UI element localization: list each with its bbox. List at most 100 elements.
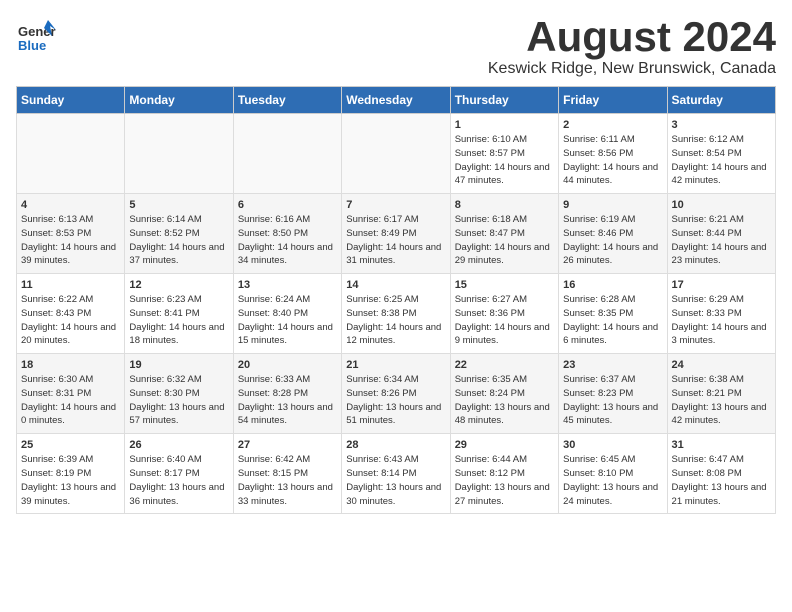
day-info: Sunrise: 6:19 AM Sunset: 8:46 PM Dayligh… — [563, 213, 662, 268]
day-number: 5 — [129, 199, 228, 211]
day-number: 24 — [672, 359, 771, 371]
calendar-cell: 7 Sunrise: 6:17 AM Sunset: 8:49 PM Daylig… — [342, 194, 450, 274]
calendar-cell: 11 Sunrise: 6:22 AM Sunset: 8:43 PM Dayli… — [17, 274, 125, 354]
calendar-subtitle: Keswick Ridge, New Brunswick, Canada — [488, 60, 776, 78]
calendar-cell: 16Sunrise: 6:28 AM Sunset: 8:35 PM Dayli… — [559, 274, 667, 354]
day-info: Sunrise: 6:23 AM Sunset: 8:41 PM Dayligh… — [129, 293, 228, 348]
day-info: Sunrise: 6:35 AM Sunset: 8:24 PM Dayligh… — [455, 373, 554, 428]
calendar-cell: 26 Sunrise: 6:40 AM Sunset: 8:17 PM Dayli… — [125, 434, 233, 514]
calendar-cell: 1 Sunrise: 6:10 AM Sunset: 8:57 PM Daylig… — [450, 114, 558, 194]
weekday-header-cell: Saturday — [667, 87, 775, 114]
day-info: Sunrise: 6:16 AM Sunset: 8:50 PM Dayligh… — [238, 213, 337, 268]
calendar-cell: 23 Sunrise: 6:37 AM Sunset: 8:23 PM Dayli… — [559, 354, 667, 434]
calendar-title: August 2024 — [488, 16, 776, 58]
day-number: 21 — [346, 359, 445, 371]
day-number: 14 — [346, 279, 445, 291]
day-number: 9 — [563, 199, 662, 211]
day-info: Sunrise: 6:21 AM Sunset: 8:44 PM Dayligh… — [672, 213, 771, 268]
day-number: 3 — [672, 119, 771, 131]
day-info: Sunrise: 6:28 AM Sunset: 8:35 PM Dayligh… — [563, 293, 662, 348]
day-info: Sunrise: 6:14 AM Sunset: 8:52 PM Dayligh… — [129, 213, 228, 268]
calendar-cell: 17 Sunrise: 6:29 AM Sunset: 8:33 PM Dayli… — [667, 274, 775, 354]
weekday-header-row: SundayMondayTuesdayWednesdayThursdayFrid… — [17, 87, 776, 114]
day-info: Sunrise: 6:18 AM Sunset: 8:47 PM Dayligh… — [455, 213, 554, 268]
calendar-cell: 20Sunrise: 6:33 AM Sunset: 8:28 PM Dayli… — [233, 354, 341, 434]
calendar-cell — [233, 114, 341, 194]
calendar-cell — [342, 114, 450, 194]
day-info: Sunrise: 6:32 AM Sunset: 8:30 PM Dayligh… — [129, 373, 228, 428]
calendar-cell: 29 Sunrise: 6:44 AM Sunset: 8:12 PM Dayli… — [450, 434, 558, 514]
calendar-week-row: 18 Sunrise: 6:30 AM Sunset: 8:31 PM Dayli… — [17, 354, 776, 434]
day-number: 27 — [238, 439, 337, 451]
day-info: Sunrise: 6:10 AM Sunset: 8:57 PM Dayligh… — [455, 133, 554, 188]
calendar-cell: 10Sunrise: 6:21 AM Sunset: 8:44 PM Dayli… — [667, 194, 775, 274]
calendar-cell — [17, 114, 125, 194]
svg-text:Blue: Blue — [18, 38, 46, 53]
calendar-cell: 2Sunrise: 6:11 AM Sunset: 8:56 PM Daylig… — [559, 114, 667, 194]
day-info: Sunrise: 6:30 AM Sunset: 8:31 PM Dayligh… — [21, 373, 120, 428]
day-number: 1 — [455, 119, 554, 131]
calendar-cell: 9 Sunrise: 6:19 AM Sunset: 8:46 PM Daylig… — [559, 194, 667, 274]
calendar-cell: 6Sunrise: 6:16 AM Sunset: 8:50 PM Daylig… — [233, 194, 341, 274]
day-number: 2 — [563, 119, 662, 131]
day-info: Sunrise: 6:37 AM Sunset: 8:23 PM Dayligh… — [563, 373, 662, 428]
day-info: Sunrise: 6:40 AM Sunset: 8:17 PM Dayligh… — [129, 453, 228, 508]
calendar-cell: 14 Sunrise: 6:25 AM Sunset: 8:38 PM Dayli… — [342, 274, 450, 354]
day-number: 8 — [455, 199, 554, 211]
weekday-header-cell: Monday — [125, 87, 233, 114]
day-number: 11 — [21, 279, 120, 291]
day-info: Sunrise: 6:45 AM Sunset: 8:10 PM Dayligh… — [563, 453, 662, 508]
calendar-week-row: 25Sunrise: 6:39 AM Sunset: 8:19 PM Dayli… — [17, 434, 776, 514]
day-number: 7 — [346, 199, 445, 211]
logo-icon: General Blue — [16, 16, 56, 56]
day-number: 12 — [129, 279, 228, 291]
day-info: Sunrise: 6:42 AM Sunset: 8:15 PM Dayligh… — [238, 453, 337, 508]
day-info: Sunrise: 6:25 AM Sunset: 8:38 PM Dayligh… — [346, 293, 445, 348]
day-number: 26 — [129, 439, 228, 451]
day-info: Sunrise: 6:29 AM Sunset: 8:33 PM Dayligh… — [672, 293, 771, 348]
day-info: Sunrise: 6:34 AM Sunset: 8:26 PM Dayligh… — [346, 373, 445, 428]
calendar-week-row: 1 Sunrise: 6:10 AM Sunset: 8:57 PM Daylig… — [17, 114, 776, 194]
calendar-week-row: 11 Sunrise: 6:22 AM Sunset: 8:43 PM Dayli… — [17, 274, 776, 354]
calendar-cell: 8 Sunrise: 6:18 AM Sunset: 8:47 PM Daylig… — [450, 194, 558, 274]
calendar-cell: 12 Sunrise: 6:23 AM Sunset: 8:41 PM Dayli… — [125, 274, 233, 354]
day-info: Sunrise: 6:24 AM Sunset: 8:40 PM Dayligh… — [238, 293, 337, 348]
day-info: Sunrise: 6:12 AM Sunset: 8:54 PM Dayligh… — [672, 133, 771, 188]
day-info: Sunrise: 6:47 AM Sunset: 8:08 PM Dayligh… — [672, 453, 771, 508]
day-number: 29 — [455, 439, 554, 451]
calendar-cell: 5 Sunrise: 6:14 AM Sunset: 8:52 PM Daylig… — [125, 194, 233, 274]
day-number: 17 — [672, 279, 771, 291]
day-number: 13 — [238, 279, 337, 291]
day-info: Sunrise: 6:44 AM Sunset: 8:12 PM Dayligh… — [455, 453, 554, 508]
day-number: 15 — [455, 279, 554, 291]
calendar-cell: 21 Sunrise: 6:34 AM Sunset: 8:26 PM Dayli… — [342, 354, 450, 434]
calendar-cell: 19Sunrise: 6:32 AM Sunset: 8:30 PM Dayli… — [125, 354, 233, 434]
calendar-cell: 30Sunrise: 6:45 AM Sunset: 8:10 PM Dayli… — [559, 434, 667, 514]
weekday-header-cell: Wednesday — [342, 87, 450, 114]
calendar-cell — [125, 114, 233, 194]
calendar-cell: 22 Sunrise: 6:35 AM Sunset: 8:24 PM Dayli… — [450, 354, 558, 434]
day-info: Sunrise: 6:13 AM Sunset: 8:53 PM Dayligh… — [21, 213, 120, 268]
day-info: Sunrise: 6:17 AM Sunset: 8:49 PM Dayligh… — [346, 213, 445, 268]
calendar-week-row: 4Sunrise: 6:13 AM Sunset: 8:53 PM Daylig… — [17, 194, 776, 274]
header: General Blue August 2024 Keswick Ridge, … — [16, 16, 776, 78]
calendar-table: SundayMondayTuesdayWednesdayThursdayFrid… — [16, 86, 776, 514]
calendar-cell: 13 Sunrise: 6:24 AM Sunset: 8:40 PM Dayli… — [233, 274, 341, 354]
calendar-cell: 27 Sunrise: 6:42 AM Sunset: 8:15 PM Dayli… — [233, 434, 341, 514]
day-info: Sunrise: 6:27 AM Sunset: 8:36 PM Dayligh… — [455, 293, 554, 348]
calendar-cell: 24Sunrise: 6:38 AM Sunset: 8:21 PM Dayli… — [667, 354, 775, 434]
weekday-header-cell: Friday — [559, 87, 667, 114]
weekday-header-cell: Sunday — [17, 87, 125, 114]
calendar-cell: 18 Sunrise: 6:30 AM Sunset: 8:31 PM Dayli… — [17, 354, 125, 434]
day-number: 18 — [21, 359, 120, 371]
day-number: 23 — [563, 359, 662, 371]
calendar-body: 1 Sunrise: 6:10 AM Sunset: 8:57 PM Daylig… — [17, 114, 776, 514]
calendar-cell: 4Sunrise: 6:13 AM Sunset: 8:53 PM Daylig… — [17, 194, 125, 274]
calendar-cell: 25Sunrise: 6:39 AM Sunset: 8:19 PM Dayli… — [17, 434, 125, 514]
calendar-cell: 28Sunrise: 6:43 AM Sunset: 8:14 PM Dayli… — [342, 434, 450, 514]
day-info: Sunrise: 6:22 AM Sunset: 8:43 PM Dayligh… — [21, 293, 120, 348]
weekday-header-cell: Tuesday — [233, 87, 341, 114]
calendar-cell: 15 Sunrise: 6:27 AM Sunset: 8:36 PM Dayli… — [450, 274, 558, 354]
day-number: 28 — [346, 439, 445, 451]
day-number: 22 — [455, 359, 554, 371]
